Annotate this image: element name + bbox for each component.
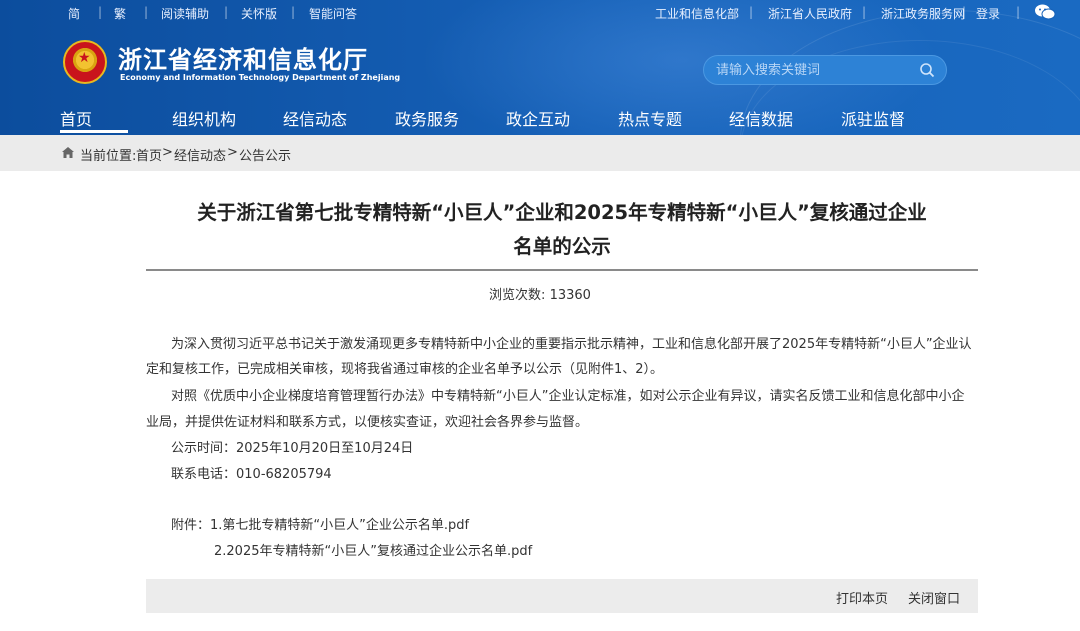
- title-divider: [146, 269, 978, 271]
- reading-aid-link[interactable]: 阅读辅助: [161, 5, 209, 22]
- breadcrumb-prefix: 当前位置:: [80, 149, 137, 164]
- login-link[interactable]: 登录: [976, 5, 1000, 22]
- divider: |: [1016, 5, 1021, 19]
- active-nav-indicator: [60, 130, 128, 133]
- site-header: 简 | 繁 | 阅读辅助 | 关怀版 | 智能问答 工业和信息化部 | 浙江省人…: [0, 0, 1080, 135]
- main-nav: 首页 组织机构 经信动态 政务服务 政企互动 热点专题 经信数据 派驻监督: [0, 100, 1080, 135]
- site-logo-subtitle: Economy and Information Technology Depar…: [120, 73, 401, 82]
- breadcrumb-home[interactable]: 首页: [136, 145, 162, 164]
- breadcrumb: 当前位置: 首页 > 经信动态 > 公告公示: [0, 135, 1080, 171]
- smart-qa-link[interactable]: 智能问答: [309, 5, 357, 22]
- close-window-button[interactable]: 关闭窗口: [908, 588, 960, 607]
- search-input[interactable]: [716, 60, 906, 80]
- view-count-value: 13360: [549, 288, 591, 303]
- divider: |: [224, 5, 229, 19]
- wechat-icon[interactable]: [1034, 3, 1056, 24]
- search-icon[interactable]: [919, 62, 935, 78]
- nav-topics[interactable]: 热点专题: [618, 106, 682, 130]
- paragraph-line: 为深入贯彻习近平总书记关于激发涌现更多专精特新中小企业的重要指示批示精神，工业和…: [171, 337, 972, 352]
- zj-gov-link[interactable]: 浙江省人民政府: [768, 5, 852, 22]
- traditional-chinese-link[interactable]: 繁: [114, 5, 126, 22]
- nav-supervision[interactable]: 派驻监督: [841, 106, 905, 130]
- breadcrumb-announcements[interactable]: 公告公示: [239, 145, 291, 164]
- divider: |: [291, 5, 296, 19]
- nav-organization[interactable]: 组织机构: [172, 106, 236, 130]
- article-title: 关于浙江省第七批专精特新“小巨人”企业和2025年专精特新“小巨人”复核通过企业…: [146, 196, 978, 264]
- divider: |: [98, 5, 103, 19]
- breadcrumb-news[interactable]: 经信动态: [174, 145, 226, 164]
- divider: |: [962, 5, 967, 19]
- zj-service-link[interactable]: 浙江政务服务网: [881, 5, 965, 22]
- nav-interaction[interactable]: 政企互动: [506, 106, 570, 130]
- view-count-label: 浏览次数:: [489, 288, 546, 303]
- national-emblem-logo: [63, 40, 107, 84]
- breadcrumb-separator: >: [227, 145, 238, 160]
- article-title-line: 关于浙江省第七批专精特新“小巨人”企业和2025年专精特新“小巨人”复核通过企业: [197, 201, 927, 224]
- divider: |: [144, 5, 149, 19]
- view-count: 浏览次数: 13360: [0, 284, 1080, 303]
- nav-home[interactable]: 首页: [60, 106, 92, 130]
- divider: |: [862, 5, 867, 19]
- elderly-mode-link[interactable]: 关怀版: [241, 5, 277, 22]
- divider: |: [749, 5, 754, 19]
- paragraph-line: 定和复核工作，已完成相关审核，现将我省通过审核的企业名单予以公示（见附件1、2）…: [146, 362, 664, 377]
- breadcrumb-separator: >: [162, 145, 173, 160]
- miit-link[interactable]: 工业和信息化部: [655, 5, 739, 22]
- print-button[interactable]: 打印本页: [836, 588, 888, 607]
- attachment-link[interactable]: 2.2025年专精特新“小巨人”复核通过企业公示名单.pdf: [214, 540, 532, 559]
- paragraph-line: 业局，并提供佐证材料和联系方式，以便核实查证，欢迎社会各界参与监督。: [146, 415, 589, 430]
- publicity-period: 公示时间：2025年10月20日至10月24日: [171, 441, 414, 456]
- article-footer-bar: 打印本页 关闭窗口: [146, 579, 978, 613]
- nav-services[interactable]: 政务服务: [395, 106, 459, 130]
- site-logo-title[interactable]: 浙江省经济和信息化厅: [118, 40, 368, 75]
- top-utility-bar: 简 | 繁 | 阅读辅助 | 关怀版 | 智能问答 工业和信息化部 | 浙江省人…: [0, 0, 1080, 26]
- article-title-line: 名单的公示: [513, 235, 611, 258]
- paragraph-line: 对照《优质中小企业梯度培育管理暂行办法》中专精特新“小巨人”企业认定标准，如对公…: [171, 389, 965, 404]
- nav-news[interactable]: 经信动态: [283, 106, 347, 130]
- nav-data[interactable]: 经信数据: [729, 106, 793, 130]
- search-box: [703, 55, 947, 85]
- simplified-chinese-link[interactable]: 简: [68, 5, 80, 22]
- attachment-link[interactable]: 附件：1.第七批专精特新“小巨人”企业公示名单.pdf: [171, 514, 469, 533]
- home-icon: [62, 147, 74, 158]
- contact-phone: 联系电话：010-68205794: [171, 467, 332, 482]
